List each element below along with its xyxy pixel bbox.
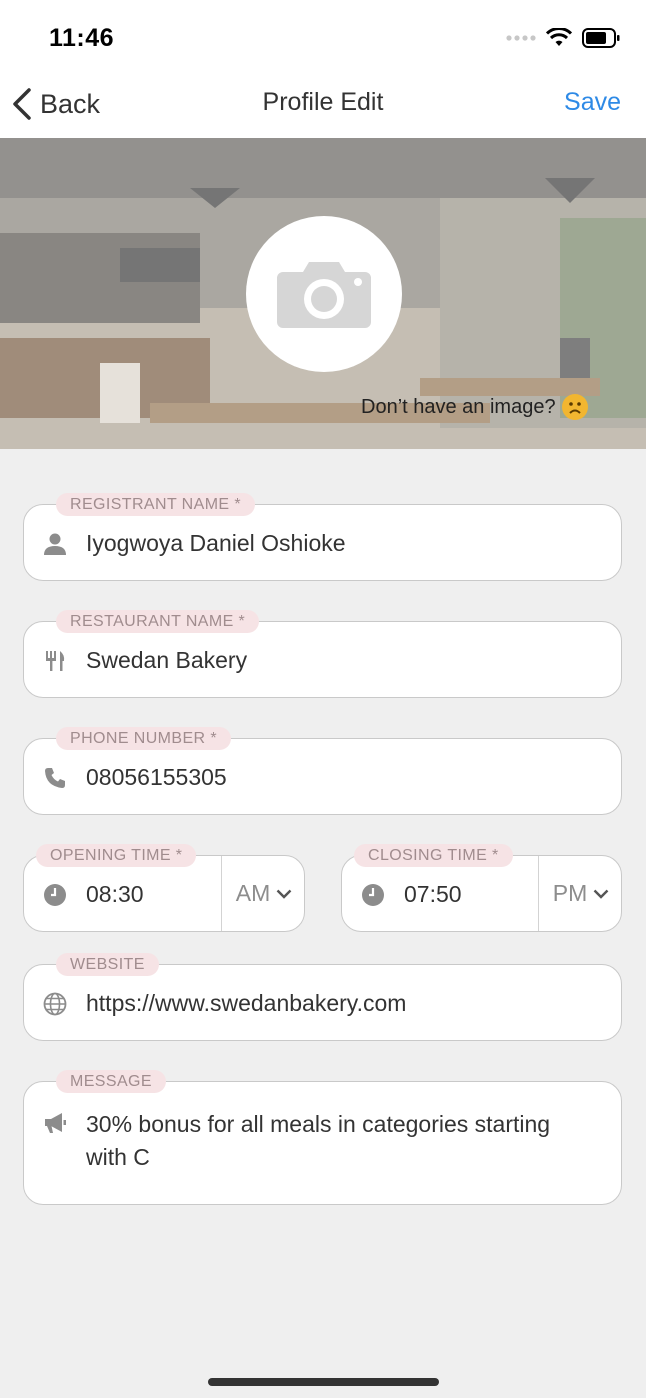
closing-period-value: PM [552,880,588,906]
camera-icon [277,262,371,328]
home-indicator[interactable] [208,1378,439,1386]
message-line-2: with C [86,1144,150,1170]
wifi-icon [546,28,572,46]
save-button[interactable]: Save [564,88,621,117]
globe-icon [42,991,68,1017]
closing-period-select[interactable]: PM [538,856,623,931]
opening-time-input[interactable]: 08:30 [86,881,144,908]
phone-icon [42,765,68,791]
fork-knife-icon [42,648,68,674]
chevron-down-icon [593,889,609,899]
signal-icon [506,35,536,41]
person-icon [42,531,68,557]
message-line-1: 30% bonus for all meals in categories st… [86,1111,551,1137]
opening-period-value: AM [235,880,271,906]
phone-number-field[interactable]: PHONE NUMBER * 08056155305 [23,727,622,815]
restaurant-name-field[interactable]: RESTAURANT NAME * Swedan Bakery [23,610,622,698]
restaurant-name-label: RESTAURANT NAME * [56,610,260,633]
phone-number-input[interactable]: 08056155305 [86,764,227,791]
registrant-name-field[interactable]: REGISTRANT NAME * Iyogwoya Daniel Oshiok… [23,493,622,581]
message-field[interactable]: MESSAGE 30% bonus for all meals in categ… [23,1070,622,1205]
nav-bar: Back Profile Edit Save [0,76,646,138]
sad-face-icon [561,394,588,420]
battery-icon [582,28,620,48]
opening-time-field[interactable]: OPENING TIME * 08:30 AM [23,844,306,932]
message-textarea[interactable]: 30% bonus for all meals in categories st… [86,1108,550,1174]
cover-image[interactable]: Don’t have an image? [0,138,646,449]
registrant-name-input[interactable]: Iyogwoya Daniel Oshioke [86,530,346,557]
closing-time-label: CLOSING TIME * [354,844,513,867]
registrant-name-label: REGISTRANT NAME * [56,493,255,516]
megaphone-icon [42,1110,68,1136]
phone-number-label: PHONE NUMBER * [56,727,231,750]
restaurant-name-input[interactable]: Swedan Bakery [86,647,247,674]
closing-time-field[interactable]: CLOSING TIME * 07:50 PM [341,844,623,932]
status-time: 11:46 [49,24,115,52]
closing-time-input[interactable]: 07:50 [404,881,462,908]
website-field[interactable]: WEBSITE https://www.swedanbakery.com [23,953,622,1041]
clock-icon [360,882,386,908]
website-label: WEBSITE [56,953,159,976]
page-title: Profile Edit [262,88,384,116]
opening-time-label: OPENING TIME * [36,844,197,867]
message-label: MESSAGE [56,1070,166,1093]
status-icons [506,26,620,50]
no-image-text: Don’t have an image? [361,395,556,418]
upload-photo-button[interactable] [246,216,402,372]
opening-period-select[interactable]: AM [221,856,306,931]
clock-icon [42,882,68,908]
website-input[interactable]: https://www.swedanbakery.com [86,990,406,1017]
status-bar: 11:46 [0,0,646,76]
chevron-down-icon [276,889,292,899]
no-image-link[interactable]: Don’t have an image? [361,394,588,420]
